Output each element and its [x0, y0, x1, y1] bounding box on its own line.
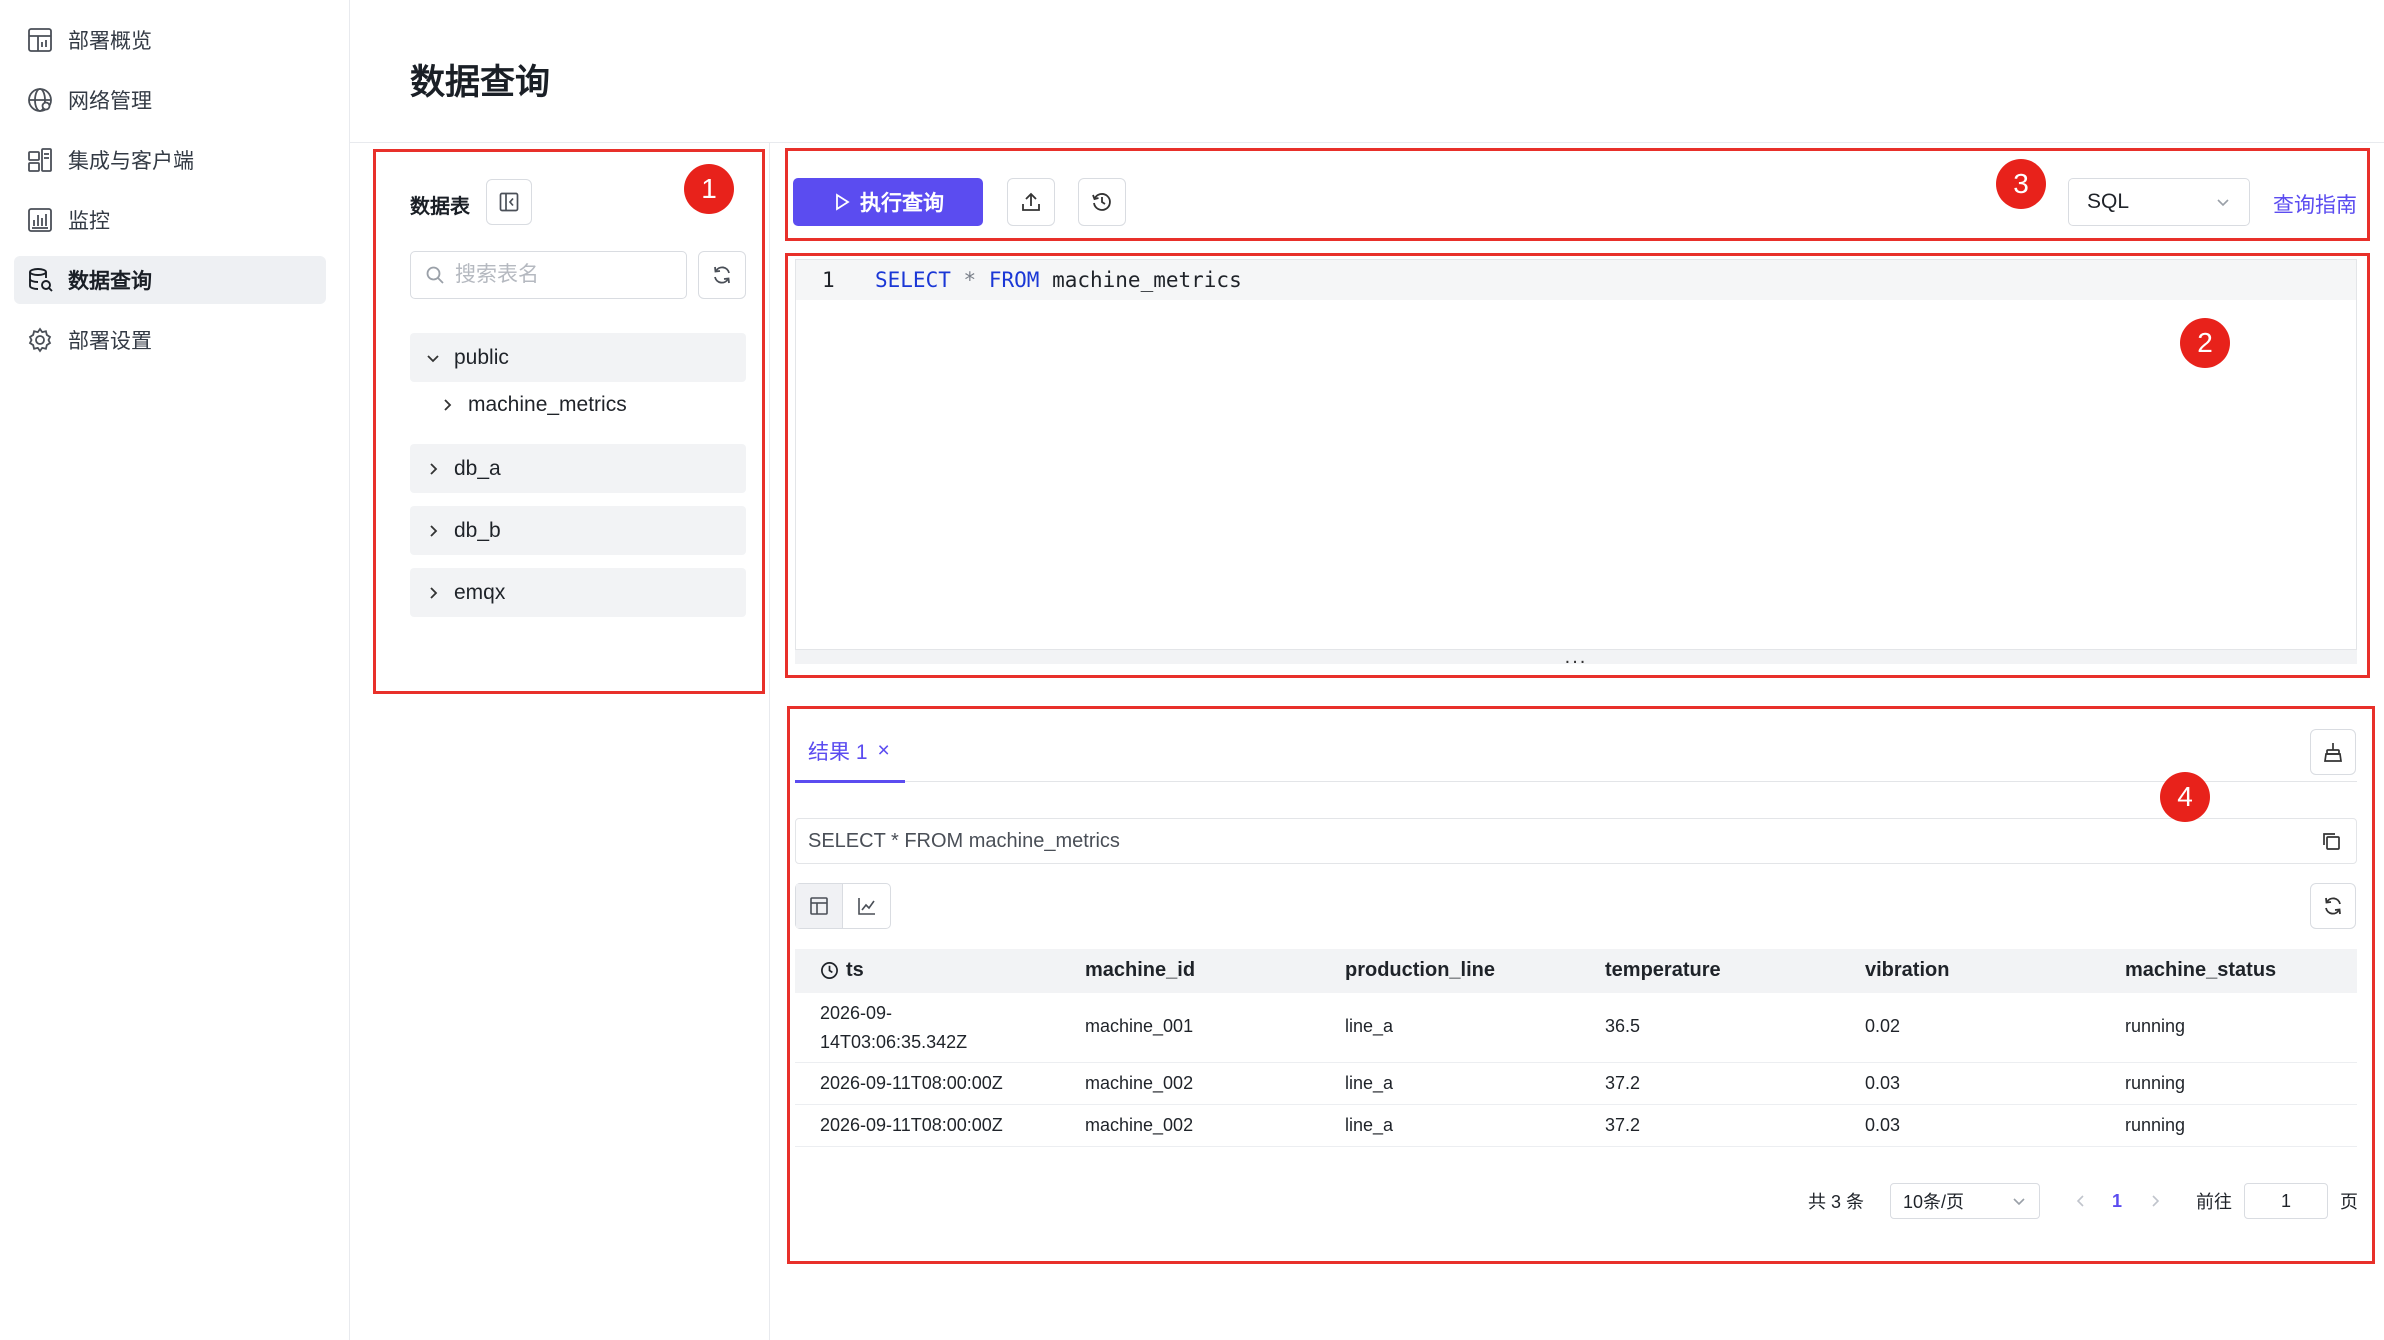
sidebar-item-label: 集成与客户端 [68, 150, 194, 173]
integration-icon [26, 146, 54, 174]
annotation-badge-1: 1 [684, 164, 734, 214]
annotation-box-4 [787, 706, 2375, 1264]
sidebar-item-label: 部署设置 [68, 330, 152, 353]
sidebar-item-overview[interactable]: 部署概览 [14, 16, 326, 64]
sidebar-item-label: 网络管理 [68, 90, 152, 113]
annotation-box-3 [785, 148, 2370, 241]
sidebar-item-data-query[interactable]: 数据查询 [14, 256, 326, 304]
annotation-badge-2: 2 [2180, 318, 2230, 368]
database-search-icon [26, 266, 54, 294]
annotation-box-2 [785, 253, 2370, 678]
sidebar-item-label: 数据查询 [68, 270, 152, 293]
page-title: 数据查询 [410, 63, 551, 102]
globe-icon [26, 86, 54, 114]
chart-icon [26, 206, 54, 234]
sidebar-item-integration[interactable]: 集成与客户端 [14, 136, 326, 184]
sidebar-item-monitoring[interactable]: 监控 [14, 196, 326, 244]
annotation-badge-4: 4 [2160, 772, 2210, 822]
app-root: 部署概览 网络管理 集成与客户端 监控 数据查询 部署设置 数据查询 数据表 搜… [0, 0, 2384, 1340]
sidebar: 部署概览 网络管理 集成与客户端 监控 数据查询 部署设置 [0, 0, 350, 1340]
sidebar-item-network[interactable]: 网络管理 [14, 76, 326, 124]
sidebar-item-settings[interactable]: 部署设置 [14, 316, 326, 364]
annotation-badge-3: 3 [1996, 159, 2046, 209]
sidebar-item-label: 监控 [68, 210, 110, 233]
annotation-box-1 [373, 149, 765, 694]
sidebar-item-label: 部署概览 [68, 30, 152, 53]
gear-icon [26, 326, 54, 354]
dashboard-icon [26, 26, 54, 54]
